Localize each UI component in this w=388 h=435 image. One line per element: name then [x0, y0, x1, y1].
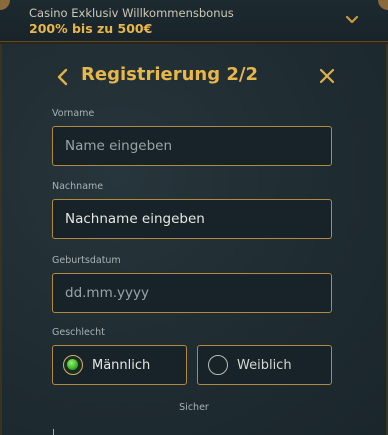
- birthdate-label: Geburtsdatum: [52, 255, 121, 266]
- radio-empty-icon[interactable]: [208, 355, 228, 375]
- gender-option-label: Männlich: [92, 357, 151, 373]
- gender-label: Geschlecht: [52, 327, 105, 338]
- banner-corner-ornament: [378, 0, 388, 10]
- gender-option-female[interactable]: Weiblich: [197, 345, 332, 385]
- next-field-label: L_: [52, 428, 63, 435]
- close-icon[interactable]: [318, 67, 336, 85]
- chevron-left-icon[interactable]: [56, 68, 70, 86]
- registration-header: Registrierung 2/2: [52, 62, 336, 92]
- last-name-label: Nachname: [52, 181, 104, 192]
- last-name-value: Nachname eingeben: [65, 211, 205, 227]
- welcome-bonus-banner[interactable]: Casino Exklusiv Willkommensbonus 200% bi…: [0, 0, 388, 42]
- first-name-input[interactable]: [52, 126, 332, 166]
- page-title: Registrierung 2/2: [81, 64, 258, 85]
- banner-corner-ornament: [0, 0, 10, 10]
- bonus-subtitle: Casino Exklusiv Willkommensbonus: [29, 6, 234, 20]
- chevron-down-icon[interactable]: [344, 12, 360, 28]
- radio-selected-icon[interactable]: [63, 355, 83, 375]
- last-name-input[interactable]: Nachname eingeben: [52, 199, 332, 239]
- birthdate-input[interactable]: [52, 273, 332, 313]
- bonus-offer: 200% bis zu 500€: [29, 21, 153, 36]
- secure-label: Sicher: [179, 402, 209, 413]
- first-name-label: Vorname: [52, 108, 95, 119]
- gender-option-male[interactable]: Männlich: [52, 345, 187, 385]
- gender-option-label: Weiblich: [237, 357, 292, 373]
